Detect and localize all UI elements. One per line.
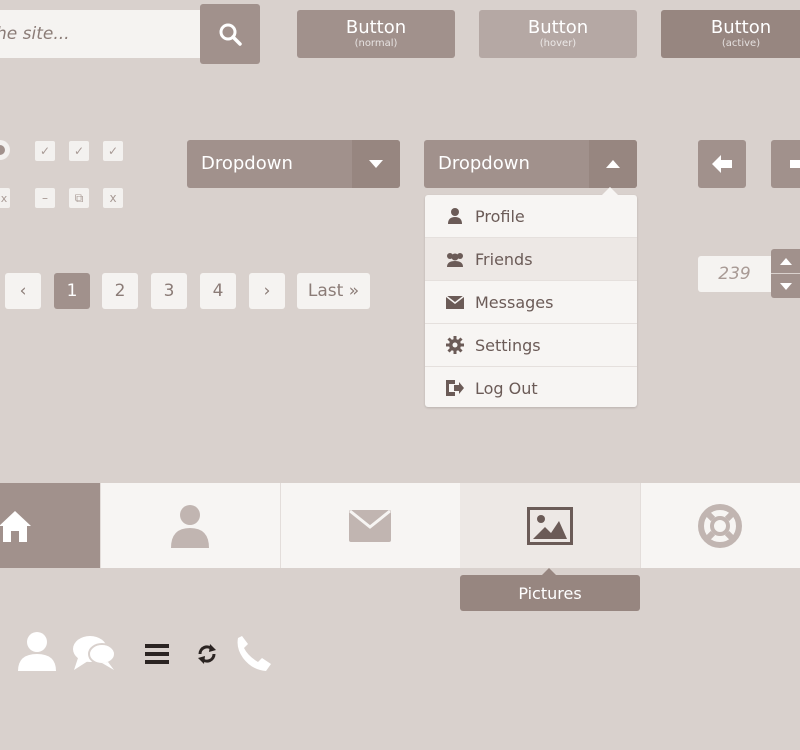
spinner-down-button[interactable] — [771, 274, 800, 298]
tab-messages[interactable] — [280, 483, 461, 568]
menu-item-label: Log Out — [475, 378, 538, 398]
lifebuoy-icon — [698, 503, 742, 548]
close-icon: x — [109, 191, 117, 205]
chat-icon — [73, 636, 116, 670]
menu-item-friends[interactable]: Friends — [425, 238, 637, 281]
pagination-page-2[interactable]: 2 — [102, 273, 138, 309]
tab-bar — [0, 483, 800, 568]
button-label: Button — [710, 17, 772, 38]
page-number: 1 — [66, 281, 78, 301]
checkbox[interactable]: ✓ — [35, 141, 55, 161]
menu-icon — [145, 644, 169, 664]
copy-icon: ⧉ — [74, 190, 84, 205]
dropdown-open[interactable]: Dropdown — [424, 140, 637, 188]
button-state: (active) — [721, 38, 761, 49]
button-label: Button — [527, 17, 589, 38]
chevron-right-icon: › — [263, 281, 271, 301]
menu-caret — [602, 187, 618, 195]
search-input[interactable]: he site... — [0, 10, 200, 58]
page-number: 4 — [212, 281, 224, 301]
menu-item-label: Settings — [475, 335, 541, 355]
number-input[interactable]: 239 — [698, 256, 771, 292]
page-number: 2 — [114, 281, 126, 301]
radio-dot — [0, 145, 5, 155]
tab-pictures[interactable] — [460, 483, 641, 568]
chevron-down-icon — [780, 282, 792, 290]
button-normal[interactable]: Button (normal) — [297, 10, 455, 58]
arrow-right-icon — [790, 160, 800, 168]
checkbox[interactable]: ⧉ — [69, 188, 89, 208]
tab-home[interactable] — [0, 483, 101, 568]
button-label: Button — [345, 17, 407, 38]
dropdown-label: Dropdown — [201, 153, 293, 174]
tab-support[interactable] — [640, 483, 800, 568]
search-icon — [219, 23, 242, 46]
radio-button[interactable] — [0, 140, 10, 160]
dropdown-label: Dropdown — [438, 153, 530, 174]
page-number: 3 — [163, 281, 175, 301]
number-value: 239 — [718, 264, 751, 284]
pagination-prev[interactable]: ‹ — [5, 273, 41, 309]
envelope-icon — [445, 292, 465, 312]
tooltip-arrow — [542, 568, 556, 575]
prev-arrow-button[interactable] — [698, 140, 746, 188]
menu-item-messages[interactable]: Messages — [425, 281, 637, 324]
check-icon: ✓ — [39, 144, 51, 158]
gear-icon — [445, 335, 465, 355]
menu-item-settings[interactable]: Settings — [425, 324, 637, 367]
picture-icon — [527, 506, 573, 545]
menu-item-label: Messages — [475, 292, 554, 312]
spinner-up-button[interactable] — [771, 249, 800, 273]
home-icon — [0, 510, 31, 542]
checkbox-mark: x — [0, 191, 8, 205]
user-icon — [445, 206, 465, 226]
user-icon — [171, 504, 209, 548]
button-hover[interactable]: Button (hover) — [479, 10, 637, 58]
logout-icon — [445, 378, 465, 398]
pagination-page-4[interactable]: 4 — [200, 273, 236, 309]
checkbox[interactable]: x — [0, 188, 10, 208]
tab-profile[interactable] — [100, 483, 281, 568]
search-placeholder: he site... — [0, 24, 70, 44]
chevron-left-icon: ‹ — [19, 281, 27, 301]
user-icon — [18, 632, 56, 671]
chevron-up-icon — [589, 140, 637, 188]
refresh-icon — [198, 644, 216, 664]
pagination-last[interactable]: Last » — [297, 273, 370, 309]
menu-item-label: Profile — [475, 206, 525, 226]
last-label: Last » — [307, 281, 360, 301]
check-icon: ✓ — [73, 144, 85, 158]
next-arrow-button[interactable] — [771, 140, 800, 188]
envelope-icon — [349, 509, 391, 542]
button-active[interactable]: Button (active) — [661, 10, 800, 58]
dropdown-closed[interactable]: Dropdown — [187, 140, 400, 188]
checkbox[interactable]: ✓ — [69, 141, 89, 161]
button-state: (normal) — [354, 38, 398, 49]
pagination-page-3[interactable]: 3 — [151, 273, 187, 309]
button-state: (hover) — [539, 38, 577, 49]
dropdown-menu: Profile Friends Messages Settings Log Ou… — [425, 187, 637, 409]
chevron-down-icon — [352, 140, 400, 188]
pagination-next[interactable]: › — [249, 273, 285, 309]
arrow-left-icon — [712, 155, 732, 173]
checkbox[interactable]: x — [103, 188, 123, 208]
phone-icon — [237, 636, 271, 671]
checkbox[interactable]: – — [35, 188, 55, 208]
search-button[interactable] — [200, 4, 260, 64]
minus-icon: – — [42, 191, 48, 205]
menu-item-label: Friends — [475, 249, 533, 269]
checkbox[interactable]: ✓ — [103, 141, 123, 161]
check-icon: ✓ — [107, 144, 119, 158]
pagination-page-1[interactable]: 1 — [54, 273, 90, 309]
menu-item-profile[interactable]: Profile — [425, 195, 637, 238]
menu-item-logout[interactable]: Log Out — [425, 367, 637, 409]
group-icon — [445, 249, 465, 269]
chevron-up-icon — [780, 257, 792, 265]
tooltip: Pictures — [460, 568, 640, 611]
tooltip-label: Pictures — [518, 583, 582, 603]
